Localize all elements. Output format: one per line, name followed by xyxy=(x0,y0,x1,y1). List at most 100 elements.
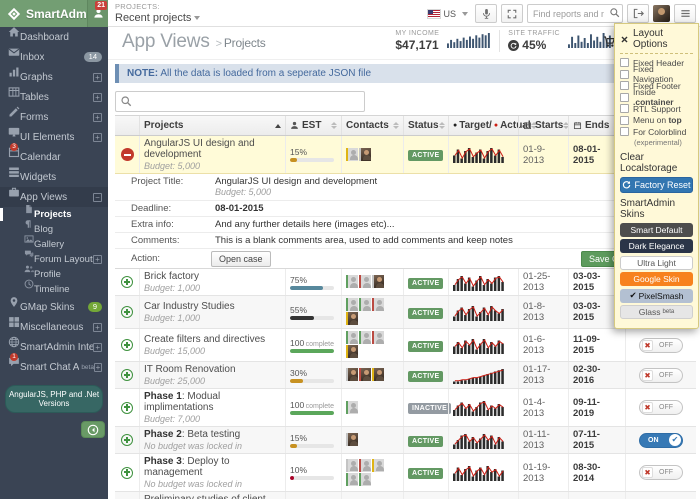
column-header-target-actual[interactable]: ●Target/●Actual xyxy=(448,116,518,135)
table-row[interactable]: AngularJS UI design and developmentBudge… xyxy=(115,136,696,174)
skin-button-ultra-light[interactable]: Ultra Light xyxy=(620,256,693,270)
sidebar-item-smart-chat-api[interactable]: 1Smart Chat APIbeta+ xyxy=(0,357,108,377)
language-selector[interactable]: US xyxy=(428,9,468,19)
expand-row-icon[interactable] xyxy=(121,467,133,479)
collapse-minus-icon[interactable]: − xyxy=(93,193,102,202)
expand-row-icon[interactable] xyxy=(121,402,133,414)
expand-row-icon[interactable] xyxy=(121,339,133,351)
row-toggle-off[interactable]: ✖OFF xyxy=(639,465,683,480)
contact-avatar[interactable] xyxy=(346,345,358,358)
table-row[interactable]: Car Industry StudiesBudget: 1,00055%ACTI… xyxy=(115,296,696,329)
layout-option-for-colorblind[interactable]: For Colorblind xyxy=(620,126,693,138)
checkbox[interactable] xyxy=(620,93,629,102)
contact-avatar[interactable] xyxy=(372,331,384,344)
skin-button-pixelsmash[interactable]: ✔PixelSmash xyxy=(620,289,693,303)
checkbox[interactable] xyxy=(620,81,629,90)
fullscreen-button[interactable] xyxy=(501,4,523,23)
table-search-input[interactable] xyxy=(115,91,365,112)
sidebar-item-blog[interactable]: Blog xyxy=(0,222,108,237)
user-avatar[interactable] xyxy=(653,5,670,22)
expand-plus-icon[interactable]: + xyxy=(93,113,102,122)
checkbox[interactable] xyxy=(620,58,629,67)
skin-button-glass[interactable]: Glassbeta xyxy=(620,305,693,319)
minify-nav-button[interactable] xyxy=(81,421,105,438)
checkbox[interactable] xyxy=(620,70,629,79)
skin-button-smart-default[interactable]: Smart Default xyxy=(620,223,693,237)
column-header-est[interactable]: EST xyxy=(285,116,341,135)
sidebar-item-widgets[interactable]: Widgets xyxy=(0,167,108,187)
contact-avatar[interactable] xyxy=(359,473,371,486)
contact-avatar[interactable] xyxy=(359,331,371,344)
sidebar-item-profile[interactable]: Profile xyxy=(0,267,108,282)
contact-avatar[interactable] xyxy=(346,331,358,344)
contact-avatar[interactable] xyxy=(346,459,358,472)
contact-avatar[interactable] xyxy=(346,312,358,325)
sidebar-item-forum-layout[interactable]: Forum Layout+ xyxy=(0,252,108,267)
expand-row-icon[interactable] xyxy=(121,434,133,446)
row-toggle-off[interactable]: ✖OFF xyxy=(639,400,683,415)
contact-avatar[interactable] xyxy=(372,275,384,288)
voice-command-button[interactable] xyxy=(475,4,497,23)
sidebar-item-projects[interactable]: Projects xyxy=(0,207,108,222)
project-selector[interactable]: PROJECTS: Recent projects xyxy=(115,2,200,24)
contact-avatar[interactable] xyxy=(359,368,371,381)
table-row[interactable]: Phase 3: Deploy to managementNo budget w… xyxy=(115,454,696,492)
contact-avatar[interactable] xyxy=(372,459,384,472)
checkbox[interactable] xyxy=(620,127,629,136)
contact-avatar[interactable] xyxy=(372,298,384,311)
contact-avatar[interactable] xyxy=(346,433,358,446)
table-row[interactable]: Phase 2: Beta testingNo budget was locke… xyxy=(115,427,696,454)
versions-button[interactable]: AngularJS, PHP and .Net Versions xyxy=(5,385,103,413)
contact-avatar[interactable] xyxy=(346,148,358,161)
expand-plus-icon[interactable]: + xyxy=(93,93,102,102)
table-row[interactable]: Phase 1: Modual implimentationsBudget: 7… xyxy=(115,389,696,427)
column-header-starts[interactable]: Starts xyxy=(518,116,568,135)
column-header-status[interactable]: Status xyxy=(403,116,448,135)
table-row[interactable]: Preliminary studies of client intelBudge… xyxy=(115,492,696,499)
sidebar-item-miscellaneous[interactable]: Miscellaneous+ xyxy=(0,317,108,337)
contact-avatar[interactable] xyxy=(346,298,358,311)
checkbox[interactable] xyxy=(620,104,629,113)
column-header-contacts[interactable]: Contacts xyxy=(341,116,403,135)
expand-row-icon[interactable] xyxy=(121,306,133,318)
factory-reset-button[interactable]: Factory Reset xyxy=(620,177,693,193)
contact-avatar[interactable] xyxy=(346,401,358,414)
collapse-row-icon[interactable] xyxy=(121,148,134,161)
contact-avatar[interactable] xyxy=(346,275,358,288)
sidebar-item-forms[interactable]: Forms+ xyxy=(0,107,108,127)
expand-plus-icon[interactable]: + xyxy=(93,343,102,352)
contact-avatar[interactable] xyxy=(359,275,371,288)
contact-avatar[interactable] xyxy=(372,368,384,381)
sidebar-item-tables[interactable]: Tables+ xyxy=(0,87,108,107)
activity-button[interactable]: 21 xyxy=(87,0,108,27)
sidebar-item-dashboard[interactable]: Dashboard xyxy=(0,27,108,47)
contact-avatar[interactable] xyxy=(359,459,371,472)
row-toggle-off[interactable]: ✖OFF xyxy=(639,368,683,383)
column-header-projects[interactable]: Projects xyxy=(139,116,285,135)
contact-avatar[interactable] xyxy=(346,473,358,486)
row-toggle-off[interactable]: ✖OFF xyxy=(639,338,683,353)
open-case-button[interactable]: Open case xyxy=(211,251,271,267)
recent-projects-dropdown[interactable]: Recent projects xyxy=(115,12,200,24)
checkbox[interactable] xyxy=(620,116,629,125)
contact-avatar[interactable] xyxy=(359,298,371,311)
layout-option-fixed-navigation[interactable]: Fixed Navigation xyxy=(620,69,693,81)
sidebar-item-app-views[interactable]: App Views− xyxy=(0,187,108,207)
table-row[interactable]: Create filters and directivesBudget: 15,… xyxy=(115,329,696,362)
table-row[interactable]: Brick factoryBudget: 1,00075%ACTIVE01-25… xyxy=(115,269,696,296)
logout-button[interactable] xyxy=(627,4,649,23)
sidebar-item-inbox[interactable]: Inbox14 xyxy=(0,47,108,67)
sidebar-item-calendar[interactable]: 3Calendar xyxy=(0,147,108,167)
skin-button-dark-elegance[interactable]: Dark Elegance xyxy=(620,239,693,253)
expand-plus-icon[interactable]: + xyxy=(94,363,102,372)
expand-plus-icon[interactable]: + xyxy=(93,133,102,142)
contact-avatar[interactable] xyxy=(359,148,371,161)
skin-button-google-skin[interactable]: Google Skin xyxy=(620,272,693,286)
menu-button[interactable] xyxy=(674,4,696,23)
expand-row-icon[interactable] xyxy=(121,369,133,381)
layout-option-menu-on[interactable]: Menu on top xyxy=(620,115,693,127)
sidebar-item-graphs[interactable]: Graphs+ xyxy=(0,67,108,87)
sidebar-item-gmap-skins[interactable]: GMap Skins9 xyxy=(0,297,108,317)
table-row[interactable]: IT Room RenovationBudget: 25,00030%ACTIV… xyxy=(115,362,696,389)
row-toggle-on[interactable]: ON✔ xyxy=(639,433,683,448)
